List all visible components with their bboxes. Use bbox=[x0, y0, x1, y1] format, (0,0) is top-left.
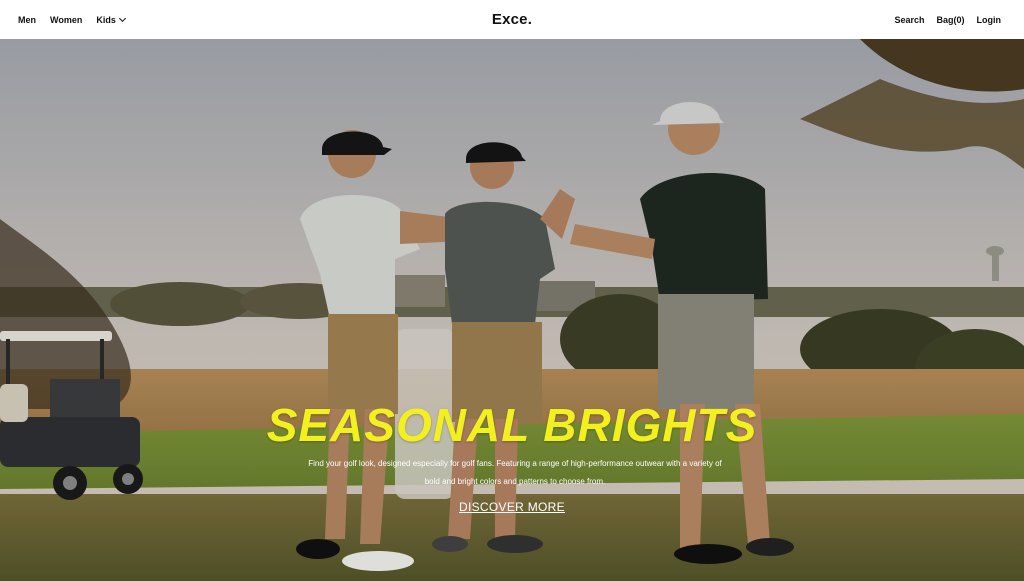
utility-nav: Search Bag(0) Login bbox=[894, 0, 1001, 39]
chevron-down-icon bbox=[118, 14, 126, 22]
login-link[interactable]: Login bbox=[977, 15, 1002, 25]
hero-title: SEASONAL BRIGHTS bbox=[266, 399, 758, 451]
bag-link[interactable]: Bag(0) bbox=[936, 15, 964, 25]
nav-kids-dropdown[interactable]: Kids bbox=[96, 14, 126, 25]
discover-more-container: DISCOVER MORE bbox=[0, 498, 1024, 516]
search-link[interactable]: Search bbox=[894, 15, 924, 25]
top-navigation-bar: Men Women Kids Exce. Search Bag(0) Login bbox=[0, 0, 1024, 39]
nav-kids-label: Kids bbox=[96, 14, 116, 25]
nav-women-link[interactable]: Women bbox=[50, 15, 82, 25]
nav-men-link[interactable]: Men bbox=[18, 15, 36, 25]
hero-banner: SEASONAL BRIGHTS Find your golf look, de… bbox=[0, 39, 1024, 581]
primary-nav: Men Women Kids bbox=[18, 0, 126, 39]
brand-logo-container: Exce. bbox=[0, 0, 1024, 39]
brand-logo[interactable]: Exce. bbox=[492, 11, 532, 28]
discover-more-link[interactable]: DISCOVER MORE bbox=[459, 500, 565, 514]
hero-description: Find your golf look, designed especially… bbox=[308, 459, 722, 486]
